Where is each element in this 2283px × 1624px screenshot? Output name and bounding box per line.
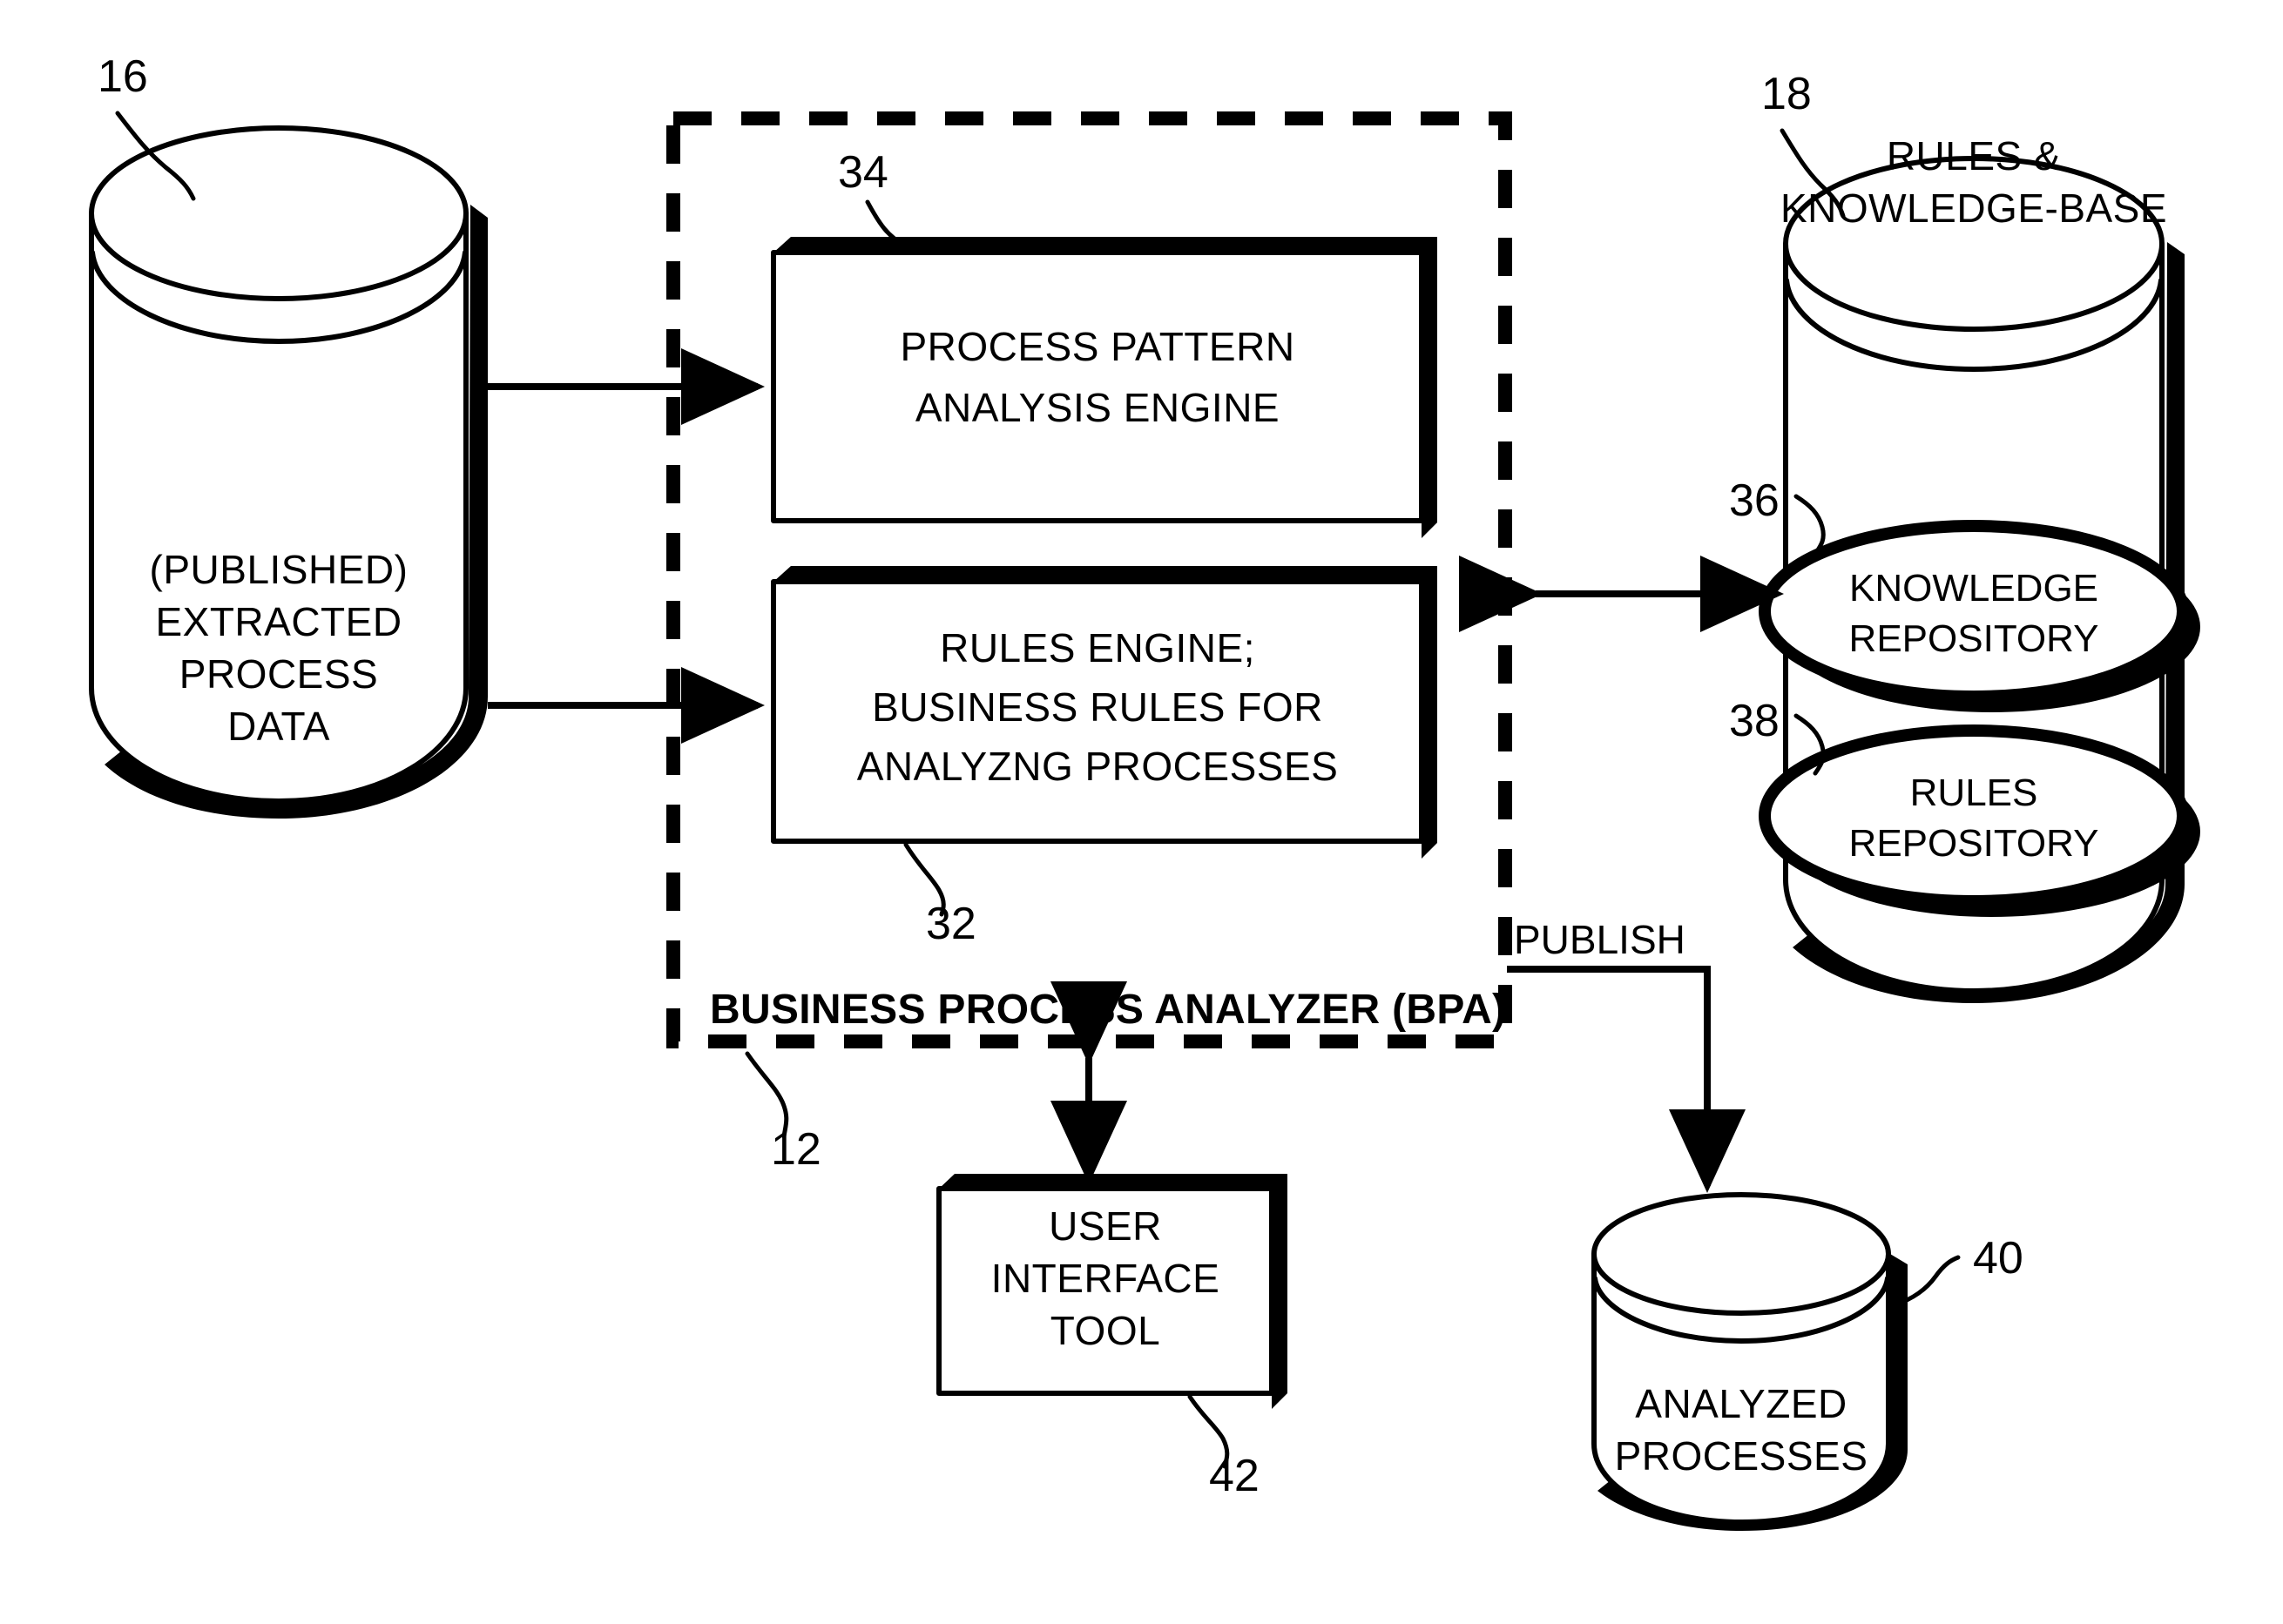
ref-32: 32 <box>926 899 976 949</box>
node-18-label-line-1: RULES & <box>1887 133 2061 179</box>
node-38-label-line-2: REPOSITORY <box>1849 822 2099 865</box>
node-rules-knowledge-base: 18 RULES & KNOWLEDGE-BASE KNOWLEDGE REPO… <box>1729 69 2200 1003</box>
block-diagram-svg: 16 (PUBLISHED) EXTRACTED PROCESS DATA BU… <box>89 51 2200 1531</box>
connector-bpa-to-analyzed-processes: PUBLISH <box>1507 917 1746 1193</box>
ref-34: 34 <box>838 147 888 198</box>
node-36-label-line-1: KNOWLEDGE <box>1849 567 2098 610</box>
node-40-label-line-2: PROCESSES <box>1615 1433 1868 1479</box>
node-analyzed-processes: ANALYZED PROCESSES 40 <box>1591 1192 2023 1531</box>
cylinder-16-top <box>89 125 469 301</box>
node-user-interface-tool: USER INTERFACE TOOL 42 <box>936 1174 1287 1501</box>
ref-36: 36 <box>1729 475 1780 526</box>
ref-18: 18 <box>1761 69 1812 119</box>
node-38-label-line-1: RULES <box>1910 772 2038 814</box>
node-18-label-line-2: KNOWLEDGE-BASE <box>1780 185 2167 231</box>
cylinder-18-top <box>1783 156 2165 332</box>
node-extracted-process-data: 16 (PUBLISHED) EXTRACTED PROCESS DATA <box>89 51 488 819</box>
ellipse-38-body <box>1759 724 2189 907</box>
node-32-label-line-2: BUSINESS RULES FOR <box>872 684 1323 730</box>
ref-40: 40 <box>1973 1233 2023 1284</box>
ref-12: 12 <box>771 1124 821 1175</box>
node-16-label-line-3: PROCESS <box>179 651 378 697</box>
cylinder-40-top <box>1591 1192 1891 1316</box>
node-32-label-line-1: RULES ENGINE; <box>940 625 1255 670</box>
node-34-label-line-1: PROCESS PATTERN <box>900 324 1294 369</box>
node-42-label-line-3: TOOL <box>1050 1308 1160 1353</box>
node-40-label-line-1: ANALYZED <box>1635 1381 1847 1426</box>
patent-figure-canvas: 16 (PUBLISHED) EXTRACTED PROCESS DATA BU… <box>0 0 2283 1624</box>
ref-42: 42 <box>1209 1451 1260 1501</box>
node-16-label-line-2: EXTRACTED <box>155 599 402 644</box>
node-16-label-line-1: (PUBLISHED) <box>150 547 409 592</box>
node-34-label-line-2: ANALYSIS ENGINE <box>915 385 1280 430</box>
ref-16: 16 <box>98 51 148 102</box>
node-32-label-line-3: ANALYZNG PROCESSES <box>857 744 1339 789</box>
node-42-label-line-1: USER <box>1049 1203 1162 1249</box>
node-rules-engine: RULES ENGINE; BUSINESS RULES FOR ANALYZN… <box>771 566 1437 949</box>
node-36-label-line-2: REPOSITORY <box>1849 617 2099 660</box>
node-42-label-line-2: INTERFACE <box>991 1256 1220 1301</box>
publish-label: PUBLISH <box>1514 917 1685 962</box>
connector-path <box>1507 966 1746 1193</box>
node-16-label-line-4: DATA <box>227 704 330 749</box>
bpa-title: BUSINESS PROCESS ANALYZER (BPA) <box>710 987 1506 1033</box>
node-process-pattern-engine: PROCESS PATTERN ANALYSIS ENGINE 34 <box>771 147 1437 538</box>
ellipse-36-body <box>1759 520 2189 703</box>
ref-38: 38 <box>1729 696 1780 746</box>
